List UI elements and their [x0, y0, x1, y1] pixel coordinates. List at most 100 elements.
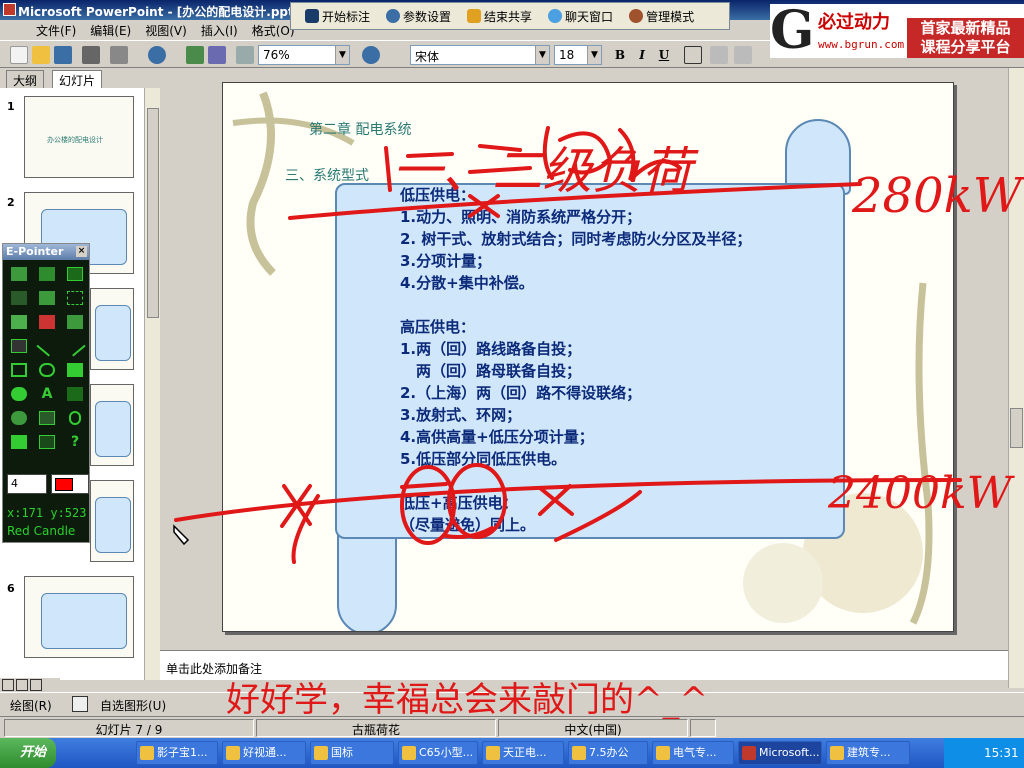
language-status: 中文(中国) — [498, 719, 688, 737]
normal-view-icon[interactable] — [2, 679, 14, 691]
e-pointer-title: E-Pointer × — [3, 244, 89, 260]
zoom-tool[interactable] — [61, 406, 89, 430]
arrow-tool[interactable] — [61, 334, 89, 358]
pointer-coordinates: x:171 y:523 — [7, 506, 87, 520]
autoshapes-menu[interactable]: 自选图形(U) — [100, 697, 166, 714]
taskbar-item[interactable]: 好视通... — [222, 741, 306, 765]
design-template: 古瓶荷花 — [256, 719, 496, 737]
thumb-number-6: 6 — [7, 582, 15, 595]
menu-format[interactable]: 格式(O) — [252, 22, 295, 39]
slideshow-view-icon[interactable] — [30, 679, 42, 691]
menu-edit[interactable]: 编辑(E) — [90, 22, 131, 39]
slide-thumbnail-3[interactable] — [90, 288, 134, 370]
italic-button[interactable]: I — [632, 46, 652, 64]
filled-ellipse-tool[interactable] — [5, 382, 33, 406]
open-icon[interactable] — [32, 46, 50, 64]
tab-outline[interactable]: 大纲 — [6, 70, 45, 88]
eraser-tool[interactable] — [5, 310, 33, 334]
align-center-icon[interactable] — [710, 46, 728, 64]
slide-thumbnail-6[interactable] — [24, 576, 134, 658]
admin-mode-button[interactable]: 管理模式 — [623, 5, 700, 27]
keyboard-tool[interactable] — [33, 406, 61, 430]
screen-tool[interactable] — [61, 262, 89, 286]
taskbar-item[interactable]: 7.5办公 — [568, 741, 648, 765]
body-line: 3.分项计量； — [400, 252, 492, 270]
zoom-combo[interactable]: 76% ▼ — [258, 45, 350, 65]
help-icon[interactable] — [362, 46, 380, 64]
dropper-tool[interactable] — [33, 310, 61, 334]
taskbar-item[interactable]: 天正电... — [482, 741, 564, 765]
select-area-tool[interactable] — [61, 286, 89, 310]
end-share-button[interactable]: 结束共享 — [461, 5, 538, 27]
slide-scrollbar[interactable] — [1008, 68, 1024, 688]
copy-tool[interactable] — [5, 286, 33, 310]
taskbar-item[interactable]: 建筑专... — [826, 741, 910, 765]
open-tool[interactable] — [5, 262, 33, 286]
print-icon[interactable] — [82, 46, 100, 64]
taskbar-item[interactable]: 国标 — [310, 741, 394, 765]
bgrun-logo: G 必过动力 www.bgrun.com 首家最新精品 课程分享平台 — [770, 4, 1024, 58]
body-line: （尽量避免）同上。 — [400, 516, 536, 534]
tab-slides[interactable]: 幻灯片 — [52, 70, 103, 88]
ellipse-tool[interactable] — [33, 358, 61, 382]
draw-menu[interactable]: 绘图(R) — [10, 697, 52, 714]
thumbnail-scrollbar[interactable] — [144, 88, 160, 680]
chart-icon[interactable] — [186, 46, 204, 64]
bold-button[interactable]: B — [610, 46, 630, 64]
e-pointer-palette: E-Pointer × A ? 4 x:171 y:523 Red Candle — [2, 243, 90, 543]
start-button[interactable]: 开始 — [0, 738, 56, 768]
highlight-tool[interactable] — [61, 382, 89, 406]
body-line: 低压供电： — [400, 186, 476, 204]
sorter-view-icon[interactable] — [16, 679, 28, 691]
thumb-number-1: 1 — [7, 100, 15, 113]
settings-button[interactable]: 参数设置 — [380, 5, 457, 27]
rectangle-tool[interactable] — [5, 358, 33, 382]
taskbar-item[interactable]: 影子宝1... — [136, 741, 218, 765]
help-tool[interactable]: ? — [61, 430, 89, 454]
fill-tool[interactable] — [61, 310, 89, 334]
preview-icon[interactable] — [110, 46, 128, 64]
font-combo[interactable]: 宋体 ▼ — [410, 45, 550, 65]
color-swatch — [55, 478, 73, 491]
chat-icon — [548, 9, 563, 23]
menu-insert[interactable]: 插入(I) — [201, 22, 238, 39]
body-line: 5.低压部分同低压供电。 — [400, 450, 567, 468]
close-icon[interactable]: × — [76, 246, 87, 257]
taskbar-item[interactable]: C65小型... — [398, 741, 478, 765]
taskbar-item[interactable]: 电气专... — [652, 741, 734, 765]
font-size-combo[interactable]: 18 ▼ — [554, 45, 602, 65]
body-line: 高压供电： — [400, 318, 476, 336]
line-tool[interactable] — [33, 334, 61, 358]
pen-width-select[interactable]: 4 — [7, 474, 47, 494]
table-icon[interactable] — [208, 46, 226, 64]
taskbar-item-active[interactable]: Microsoft... — [738, 741, 822, 765]
underline-button[interactable]: U — [654, 46, 674, 64]
slide-body-text[interactable]: 低压供电： 1.动力、照明、消防系统严格分开； 2. 树干式、放射式结合；同时考… — [400, 184, 840, 536]
new-icon[interactable] — [10, 46, 28, 64]
text-tool[interactable]: A — [33, 382, 61, 406]
menu-file[interactable]: 文件(F) — [36, 22, 76, 39]
menu-view[interactable]: 视图(V) — [145, 22, 187, 39]
save-tool[interactable] — [33, 262, 61, 286]
panel-tabs: 大纲 幻灯片 — [0, 68, 160, 88]
undo-tool[interactable] — [5, 406, 33, 430]
pen-tool[interactable] — [5, 334, 33, 358]
numbering-icon[interactable] — [734, 46, 752, 64]
grid-icon[interactable] — [236, 46, 254, 64]
save-icon[interactable] — [54, 46, 72, 64]
paste-tool[interactable] — [33, 286, 61, 310]
laser-tool[interactable] — [5, 430, 33, 454]
thumb-number-2: 2 — [7, 196, 15, 209]
slide-thumbnail-5[interactable] — [90, 480, 134, 562]
spell-check-icon[interactable] — [690, 719, 716, 737]
slide-thumbnail-4[interactable] — [90, 384, 134, 466]
pointer-tool[interactable] — [33, 430, 61, 454]
start-annotate-button[interactable]: 开始标注 — [299, 5, 376, 27]
select-arrow-icon[interactable] — [72, 696, 88, 712]
undo-icon[interactable] — [148, 46, 166, 64]
filled-rect-tool[interactable] — [61, 358, 89, 382]
chat-window-button[interactable]: 聊天窗口 — [542, 5, 619, 27]
align-left-icon[interactable] — [684, 46, 702, 64]
pen-color-select[interactable] — [51, 474, 89, 494]
slide-thumbnail-1[interactable]: 办公楼的配电设计 — [24, 96, 134, 178]
